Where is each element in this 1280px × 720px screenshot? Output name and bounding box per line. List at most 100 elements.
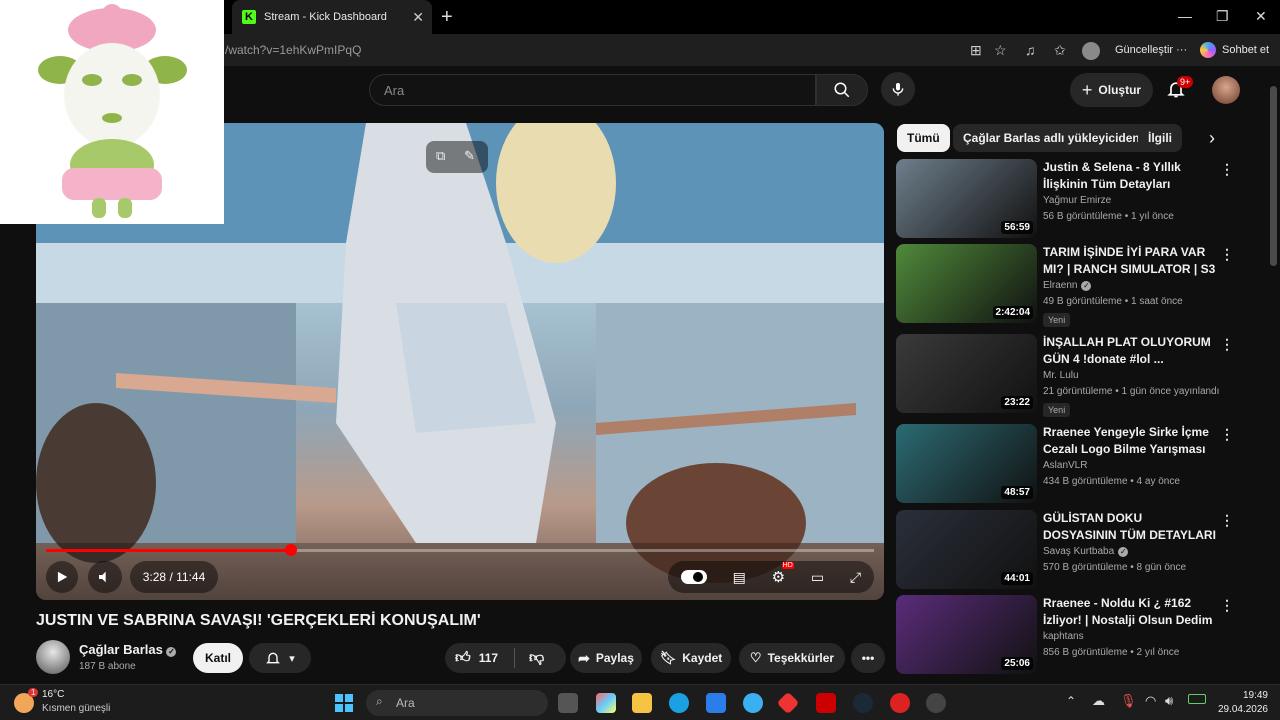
- recommendation-title[interactable]: İNŞALLAH PLAT OLUYORUM GÜN 4 !donate #lo…: [1043, 334, 1218, 368]
- recommendation-title[interactable]: Justin & Selena - 8 Yıllık İlişkinin Tüm…: [1043, 159, 1218, 193]
- channel-avatar[interactable]: [36, 640, 70, 674]
- recommendation-channel[interactable]: Savaş Kurtbaba ✓: [1043, 546, 1129, 557]
- taskbar-search[interactable]: ⌕ Ara: [366, 690, 548, 716]
- fullscreen-icon[interactable]: ⤢: [850, 569, 861, 586]
- join-button[interactable]: Katıl: [193, 643, 243, 673]
- chevron-right-icon[interactable]: ›: [1209, 128, 1215, 149]
- autoplay-toggle-icon[interactable]: [680, 570, 707, 584]
- more-vertical-icon[interactable]: ⋮: [1220, 161, 1234, 178]
- progress-scrubber[interactable]: [285, 544, 298, 556]
- recommendation-channel[interactable]: AslanVLR: [1043, 460, 1087, 471]
- copilot-chat-button[interactable]: Sohbet et: [1200, 42, 1269, 58]
- app-icon-red-diamond[interactable]: [776, 691, 800, 715]
- dislike-button[interactable]: 👎︎: [529, 649, 544, 667]
- share-button[interactable]: ➦ Paylaş: [570, 643, 642, 673]
- store-icon[interactable]: [706, 693, 726, 713]
- tray-chevron-up-icon[interactable]: ⌃: [1066, 694, 1076, 708]
- close-window-icon[interactable]: ✕: [1255, 8, 1267, 25]
- windows-start-icon[interactable]: [334, 693, 354, 713]
- recommendation-title[interactable]: Rraenee - Noldu Ki ¿ #162 İzliyor! | Nos…: [1043, 595, 1218, 629]
- subscription-bell-button[interactable]: ▾: [249, 643, 311, 673]
- voice-search-button[interactable]: [881, 72, 915, 106]
- recommendation-item[interactable]: 56:59 Justin & Selena - 8 Yıllık İlişkini…: [896, 159, 1268, 241]
- more-actions-button[interactable]: •••: [851, 643, 885, 673]
- update-button[interactable]: Güncelleştir ···: [1115, 44, 1187, 56]
- favorite-star-icon[interactable]: ☆: [994, 42, 1007, 59]
- video-thumbnail[interactable]: 48:57: [896, 424, 1037, 503]
- tab-kick-dashboard[interactable]: K Stream - Kick Dashboard ✕: [232, 0, 432, 34]
- recommendation-title[interactable]: GÜLİSTAN DOKU DOSYASININ TÜM DETAYLARI |…: [1043, 510, 1218, 544]
- recommendation-channel[interactable]: Elraenn ✓: [1043, 280, 1092, 291]
- speaker-icon[interactable]: 🔊︎: [1165, 693, 1173, 709]
- battery-icon[interactable]: [1188, 694, 1206, 704]
- theater-mode-icon[interactable]: ▭: [811, 569, 824, 586]
- search-input[interactable]: Ara: [369, 74, 816, 106]
- create-button[interactable]: + Oluştur: [1070, 73, 1153, 107]
- more-vertical-icon[interactable]: ⋮: [1220, 512, 1234, 529]
- video-thumbnail[interactable]: 25:06: [896, 595, 1037, 674]
- tray-mic-icon[interactable]: 🎙︎: [1120, 693, 1137, 709]
- steam-icon[interactable]: [853, 693, 873, 713]
- copilot-app-icon[interactable]: [596, 693, 616, 713]
- favorites-icon[interactable]: ✩: [1054, 42, 1066, 59]
- app-icon-red-circle[interactable]: [890, 693, 910, 713]
- duration-badge: 48:57: [1001, 486, 1033, 499]
- chip-all[interactable]: Tümü: [897, 124, 950, 152]
- recommendation-item[interactable]: 23:22 İNŞALLAH PLAT OLUYORUM GÜN 4 !donat…: [896, 334, 1268, 417]
- read-aloud-icon[interactable]: ♫: [1025, 42, 1036, 58]
- scrollbar[interactable]: [1268, 66, 1280, 684]
- new-tab-icon[interactable]: +: [441, 6, 453, 29]
- app-icon-dark[interactable]: [926, 693, 946, 713]
- play-button[interactable]: [46, 561, 78, 593]
- mcafee-icon[interactable]: [816, 693, 836, 713]
- channel-name[interactable]: Çağlar Barlas ✓: [79, 642, 177, 657]
- subtitles-icon[interactable]: ▤: [733, 569, 746, 586]
- video-thumbnail[interactable]: 2:42:04: [896, 244, 1037, 323]
- settings-gear-icon[interactable]: ⚙ HD: [772, 562, 794, 586]
- notes-icon[interactable]: ✎: [464, 148, 475, 164]
- video-thumbnail[interactable]: 56:59: [896, 159, 1037, 238]
- url-text[interactable]: /watch?v=1ehKwPmIPqQ: [225, 43, 361, 57]
- save-button[interactable]: 🔖︎ Kaydet: [651, 643, 731, 673]
- recommendation-channel[interactable]: Mr. Lulu: [1043, 370, 1079, 381]
- app-icon-blue[interactable]: [743, 693, 763, 713]
- cloud-icon[interactable]: ☁: [1092, 693, 1105, 709]
- task-view-icon[interactable]: [558, 693, 578, 713]
- progress-bar[interactable]: [46, 544, 874, 556]
- recommendation-channel[interactable]: Yağmur Emirze: [1043, 195, 1111, 206]
- thanks-button[interactable]: ♡ Teşekkürler: [739, 643, 845, 673]
- recommendation-item[interactable]: 44:01 GÜLİSTAN DOKU DOSYASININ TÜM DETAYL…: [896, 510, 1268, 592]
- recommendation-item[interactable]: 2:42:04 TARIM İŞİNDE İYİ PARA VAR MI? | R…: [896, 244, 1268, 327]
- recommendation-item[interactable]: 25:06 Rraenee - Noldu Ki ¿ #162 İzliyor! …: [896, 595, 1268, 677]
- close-tab-icon[interactable]: ✕: [412, 9, 424, 26]
- search-button[interactable]: [816, 74, 868, 106]
- account-avatar[interactable]: [1212, 76, 1240, 104]
- recommendation-item[interactable]: 48:57 Rraenee Yengeyle Sirke İçme Cezalı …: [896, 424, 1268, 506]
- video-title: JUSTIN VE SABRINA SAVAŞI! 'GERÇEKLERİ KO…: [36, 612, 481, 629]
- clock[interactable]: 19:49 29.04.2026: [1216, 689, 1268, 717]
- profile-icon[interactable]: [1082, 42, 1100, 60]
- duration-badge: 2:42:04: [992, 306, 1033, 319]
- miniplayer-icon[interactable]: ⧉: [436, 148, 445, 164]
- more-vertical-icon[interactable]: ⋮: [1220, 336, 1234, 353]
- video-thumbnail[interactable]: 23:22: [896, 334, 1037, 413]
- edge-browser-icon[interactable]: [669, 693, 689, 713]
- scrollbar-thumb[interactable]: [1270, 86, 1277, 266]
- file-explorer-icon[interactable]: [632, 693, 652, 713]
- more-vertical-icon[interactable]: ⋮: [1220, 246, 1234, 263]
- chip-from-uploader[interactable]: Çağlar Barlas adlı yükleyiciden: [953, 124, 1150, 152]
- recommendation-title[interactable]: Rraenee Yengeyle Sirke İçme Cezalı Logo …: [1043, 424, 1218, 458]
- volume-button[interactable]: [88, 561, 122, 593]
- more-vertical-icon[interactable]: ⋮: [1220, 426, 1234, 443]
- more-menu-icon[interactable]: ···: [1176, 44, 1187, 56]
- recommendation-title[interactable]: TARIM İŞİNDE İYİ PARA VAR MI? | RANCH SI…: [1043, 244, 1218, 278]
- like-button[interactable]: 👍︎ 117: [455, 649, 498, 667]
- chip-related[interactable]: İlgili: [1138, 124, 1182, 152]
- minimize-icon[interactable]: —: [1178, 8, 1192, 24]
- maximize-icon[interactable]: ❐: [1216, 8, 1229, 25]
- wifi-icon[interactable]: ◠: [1145, 693, 1156, 709]
- app-icon[interactable]: ⊞: [970, 42, 982, 59]
- more-vertical-icon[interactable]: ⋮: [1220, 597, 1234, 614]
- video-thumbnail[interactable]: 44:01: [896, 510, 1037, 589]
- recommendation-channel[interactable]: kaphtans: [1043, 631, 1084, 642]
